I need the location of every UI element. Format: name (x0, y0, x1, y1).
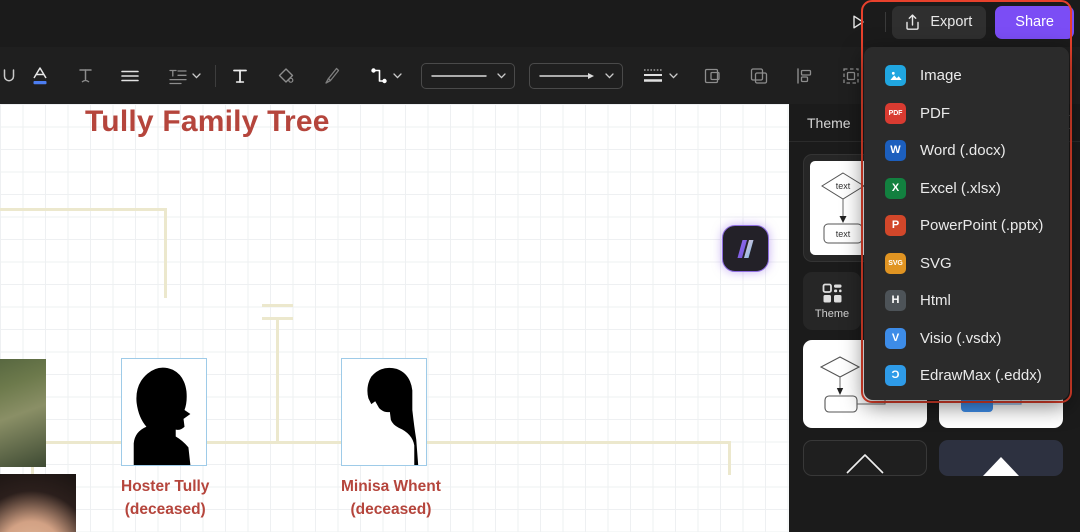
export-option-label: Html (920, 292, 951, 310)
font-color-button[interactable] (24, 59, 56, 93)
chevron-down-icon (669, 72, 678, 79)
person-photo[interactable] (0, 359, 46, 467)
export-option-edrawmax[interactable]: Ɔ EdrawMax (.eddx) (864, 357, 1069, 395)
export-option-image[interactable]: Image (864, 57, 1069, 95)
export-option-visio[interactable]: V Visio (.vsdx) (864, 320, 1069, 358)
text-style-button[interactable] (70, 59, 100, 93)
connector-child-right-vertical (728, 441, 731, 475)
tab-theme[interactable]: Theme (807, 115, 851, 131)
person-name: Minisa Whent (deceased) (341, 475, 441, 521)
ai-assistant-icon (733, 236, 759, 262)
chevron-down-icon (605, 72, 614, 79)
brush-button[interactable] (317, 59, 347, 93)
line-style-box[interactable] (421, 62, 515, 89)
share-button[interactable]: Share (995, 5, 1074, 39)
topbar-divider (885, 12, 887, 32)
arrow-style-box[interactable] (529, 62, 623, 89)
export-option-label: PowerPoint (.pptx) (920, 217, 1044, 235)
person-photo[interactable] (341, 358, 427, 466)
export-option-label: PDF (920, 104, 950, 122)
export-option-svg[interactable]: SVG SVG (864, 245, 1069, 283)
image-file-icon (885, 65, 906, 87)
export-option-label: EdrawMax (.eddx) (920, 367, 1042, 385)
theme-picker-button[interactable]: Theme (803, 272, 861, 330)
connector-top-left-vertical (164, 208, 167, 298)
play-icon (849, 13, 867, 31)
connector-type-button[interactable] (363, 59, 407, 93)
theme-card-outline-dark[interactable] (803, 440, 927, 476)
connector-marriage-vertical (276, 317, 279, 444)
present-play-button[interactable] (843, 7, 873, 37)
chevron-down-icon (393, 72, 402, 79)
group-button[interactable] (835, 59, 867, 93)
share-upload-icon (904, 13, 921, 31)
top-bar: Export Share (0, 0, 1080, 44)
chevron-down-icon (192, 72, 201, 79)
person-name-line2: (deceased) (124, 501, 206, 518)
export-option-powerpoint[interactable]: P PowerPoint (.pptx) (864, 207, 1069, 245)
send-backward-button[interactable] (743, 59, 775, 93)
align-text-button[interactable] (114, 59, 146, 93)
toolbar-divider-1 (215, 64, 216, 87)
diagram-title: Tully Family Tree (85, 105, 330, 138)
underline-button[interactable] (0, 59, 24, 93)
person-node-minisa-whent[interactable]: Minisa Whent (deceased) (341, 358, 441, 521)
grid-squares-icon (822, 283, 843, 304)
person-photo[interactable] (0, 474, 76, 532)
export-button[interactable]: Export (892, 5, 987, 39)
arrow-style-dropdown[interactable] (525, 59, 627, 93)
text-box-button[interactable] (225, 59, 255, 93)
person-name: Hoster Tully (deceased) (121, 475, 209, 521)
person-name-line1: Minisa Whent (341, 478, 441, 495)
line-weight-button[interactable] (635, 59, 683, 93)
theme-card-navy[interactable] (939, 440, 1063, 476)
person-name-line2: (deceased) (350, 501, 432, 518)
preview-shape-label-1: text (836, 181, 851, 191)
export-option-label: Word (.docx) (920, 142, 1006, 160)
app-root: Export Share Tully Family Tree Hoster Tu… (0, 0, 1080, 532)
export-button-label: Export (930, 14, 973, 30)
person-node-hoster-tully[interactable]: Hoster Tully (deceased) (121, 358, 209, 521)
fill-color-button[interactable] (271, 59, 301, 93)
powerpoint-file-icon: P (885, 215, 906, 237)
export-option-html[interactable]: H Html (864, 282, 1069, 320)
person-photo-bottom-left[interactable] (0, 474, 76, 532)
female-silhouette-icon (367, 367, 419, 465)
theme-picker-label: Theme (814, 307, 850, 320)
ai-assistant-button[interactable] (722, 225, 769, 272)
person-photo[interactable] (121, 358, 207, 466)
export-option-label: Image (920, 67, 962, 85)
export-option-word[interactable]: W Word (.docx) (864, 132, 1069, 170)
svg-file-icon: SVG (885, 252, 906, 274)
person-name-line1: Hoster Tully (121, 478, 210, 495)
pdf-file-icon: PDF (885, 102, 906, 124)
edrawmax-file-icon: Ɔ (885, 365, 906, 387)
line-style-dropdown[interactable] (417, 59, 519, 93)
word-file-icon: W (885, 140, 906, 162)
bring-forward-button[interactable] (697, 59, 729, 93)
align-objects-button[interactable] (789, 59, 821, 93)
visio-file-icon: V (885, 327, 906, 349)
share-button-label: Share (1015, 14, 1054, 30)
export-dropdown-menu[interactable]: Image PDF PDF W Word (.docx) X Excel (.x… (864, 47, 1069, 400)
export-option-excel[interactable]: X Excel (.xlsx) (864, 170, 1069, 208)
export-option-label: Visio (.vsdx) (920, 329, 1002, 347)
connector-marriage-bar-upper (262, 304, 293, 307)
preview-shape-label-2: text (836, 229, 851, 239)
connector-top-left-horizontal (0, 208, 167, 211)
excel-file-icon: X (885, 177, 906, 199)
export-option-label: Excel (.xlsx) (920, 179, 1001, 197)
html-file-icon: H (885, 290, 906, 312)
export-option-label: SVG (920, 254, 952, 272)
male-silhouette-icon (133, 367, 191, 465)
chevron-down-icon (497, 72, 506, 79)
diagram-canvas[interactable]: Tully Family Tree ully d) Hoste (0, 104, 789, 532)
text-list-options-button[interactable] (162, 59, 206, 93)
export-option-pdf[interactable]: PDF PDF (864, 95, 1069, 133)
